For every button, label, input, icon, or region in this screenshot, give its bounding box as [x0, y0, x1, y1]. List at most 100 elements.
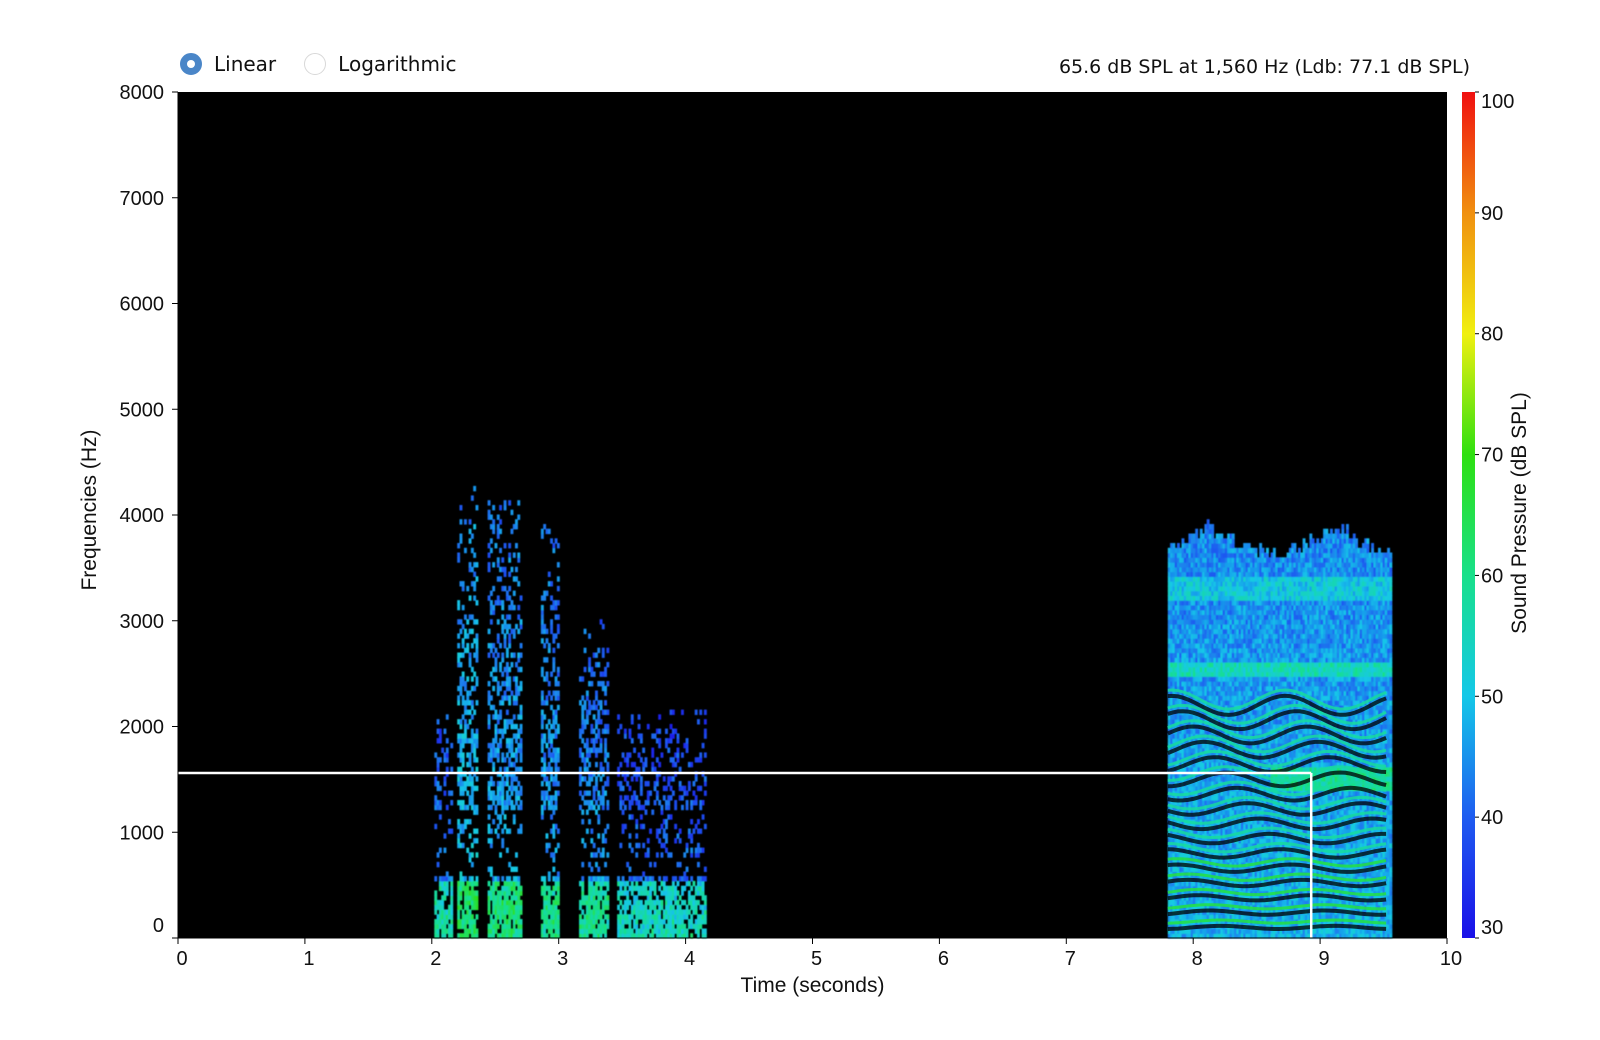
- spectral-cell: [649, 923, 652, 930]
- spectral-cell: [676, 757, 680, 763]
- spectral-cell: [628, 833, 632, 839]
- spectral-cell: [499, 528, 502, 535]
- spectral-cell: [494, 885, 498, 892]
- spectral-cell: [703, 781, 707, 787]
- spectral-cell: [646, 852, 650, 858]
- spectral-cell: [512, 885, 516, 892]
- spectral-cell: [658, 800, 662, 806]
- spectral-cell: [492, 604, 496, 611]
- spectral-cell: [459, 685, 463, 692]
- spectral-cell: [1177, 543, 1180, 549]
- spectral-cell: [653, 785, 657, 792]
- spectral-cell: [450, 876, 454, 882]
- spectral-cell: [459, 662, 463, 668]
- spectral-cell: [473, 709, 477, 715]
- spectral-cell: [547, 781, 551, 787]
- spectral-cell: [501, 752, 505, 758]
- spectral-cell: [475, 562, 479, 568]
- spectral-cell: [468, 909, 472, 915]
- spectral-cell: [623, 733, 627, 739]
- spectral-cell: [547, 876, 551, 882]
- spectral-cell: [434, 752, 438, 758]
- spectral-cell: [692, 828, 696, 834]
- spectral-cell: [470, 547, 474, 554]
- spectral-cell: [517, 514, 521, 520]
- spectral-cell: [545, 671, 549, 677]
- spectral-cell: [510, 738, 514, 744]
- spectral-cell: [508, 557, 512, 563]
- spectral-cell: [681, 709, 684, 715]
- spectral-cell: [473, 585, 477, 592]
- spectral-cell: [703, 790, 707, 796]
- spectral-cell: [655, 790, 659, 796]
- spectral-cell: [470, 566, 474, 573]
- spectral-cell: [545, 676, 549, 682]
- spectral-cell: [597, 814, 601, 820]
- spectral-cell: [595, 704, 598, 711]
- spectral-cell: [621, 923, 625, 930]
- spectral-cell: [701, 890, 705, 896]
- spectral-cell: [503, 500, 507, 506]
- spectral-cell: [685, 866, 689, 872]
- spectral-cell: [606, 852, 610, 858]
- spectral-cell: [543, 876, 547, 882]
- spectral-cell: [552, 647, 556, 654]
- spectral-cell: [443, 781, 447, 787]
- spectral-cell: [519, 923, 523, 930]
- spectral-cell: [606, 723, 610, 730]
- spectral-cell: [581, 885, 585, 892]
- spectral-cell: [489, 914, 493, 920]
- spectral-cell: [681, 890, 684, 896]
- spectral-cell: [599, 719, 603, 725]
- spectral-cell: [517, 914, 521, 920]
- spectral-cell: [540, 604, 544, 611]
- spectral-cell: [547, 761, 551, 768]
- spectral-cell: [464, 681, 467, 687]
- spectral-cell: [554, 719, 558, 725]
- spectral-cell: [554, 795, 558, 801]
- spectral-cell: [547, 899, 551, 906]
- spectral-cell: [619, 761, 623, 768]
- spectral-cell: [639, 738, 643, 744]
- spectral-cell: [540, 690, 544, 696]
- spectral-cell: [487, 899, 491, 906]
- spectral-cell: [628, 919, 632, 925]
- spectral-cell: [606, 662, 610, 668]
- spectral-cell: [489, 671, 493, 677]
- spectral-cell: [459, 628, 463, 635]
- spectral-cell: [492, 890, 496, 896]
- spectral-cell: [579, 790, 582, 796]
- spectral-cell: [459, 890, 463, 896]
- spectral-cell: [468, 833, 472, 839]
- spectral-cell: [674, 895, 678, 901]
- spectral-cell: [496, 633, 500, 639]
- spectral-cell: [492, 766, 496, 773]
- spectral-cell: [499, 742, 502, 749]
- spectral-cell: [492, 519, 496, 525]
- spectral-cell: [445, 747, 449, 753]
- spectral-cell: [556, 909, 560, 915]
- spectral-cell: [510, 742, 514, 749]
- spectral-cell: [503, 728, 507, 734]
- spectral-cell: [466, 585, 470, 592]
- spectral-cell: [470, 800, 474, 806]
- spectral-cell: [556, 543, 560, 549]
- spectral-cell: [487, 681, 491, 687]
- spectral-cell: [637, 842, 641, 849]
- spectral-cell: [552, 866, 556, 872]
- spectral-cell: [556, 728, 560, 734]
- spectral-cell: [450, 742, 454, 749]
- spectral-cell: [683, 785, 687, 792]
- spectral-cell: [466, 885, 470, 892]
- spectral-cell: [540, 742, 544, 749]
- spectral-cell: [687, 828, 691, 834]
- spectral-cell: [436, 928, 440, 934]
- spectral-cell: [475, 785, 479, 792]
- spectral-cell: [552, 809, 556, 815]
- spectral-cell: [604, 700, 607, 706]
- spectral-cell: [501, 700, 505, 706]
- spectral-cell: [468, 761, 472, 768]
- spectral-cell: [519, 623, 523, 630]
- spectral-cell: [543, 524, 547, 530]
- spectral-cell: [581, 890, 585, 896]
